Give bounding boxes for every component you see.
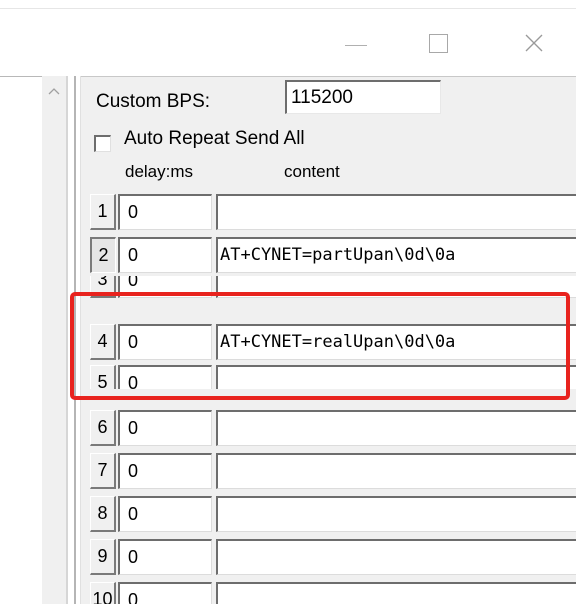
content-field[interactable] [216,276,576,298]
list-row: 4 0 AT+CYNET=realUpan\0d\0a [90,320,576,364]
delay-field[interactable]: 0 [118,582,212,604]
delay-field[interactable]: 0 [118,539,212,575]
send-row-button[interactable]: 2 [90,237,116,273]
content-column-header: content [284,162,340,181]
content-field[interactable]: AT+CYNET=realUpan\0d\0a [216,324,576,360]
delay-field[interactable]: 0 [118,496,212,532]
maximize-icon [428,33,448,53]
close-icon [525,34,543,52]
minimize-icon [345,44,367,46]
send-row-button[interactable]: 1 [90,194,116,230]
list-row: 8 0 [90,492,576,536]
maximize-button[interactable] [418,28,458,58]
send-row-button[interactable]: 9 [90,539,116,575]
send-row-button[interactable]: 6 [90,410,116,446]
list-row: 10 0 [90,578,576,604]
delay-field[interactable]: 0 [118,276,212,298]
delay-column-header: delay:ms [125,162,194,181]
content-field[interactable] [216,365,576,389]
list-row: 6 0 [90,406,576,450]
title-bar-divider [0,8,576,9]
send-row-button[interactable]: 3 [90,276,116,298]
custom-bps-label: Custom BPS: [96,91,211,112]
splitter[interactable] [66,76,68,604]
content-field[interactable] [216,410,576,446]
delay-field[interactable]: 0 [118,237,212,273]
auto-repeat-checkbox[interactable] [94,135,111,152]
minimize-button[interactable] [336,28,376,58]
custom-bps-input[interactable] [285,80,441,114]
delay-field[interactable]: 0 [118,324,212,360]
send-row-button[interactable]: 7 [90,453,116,489]
content-field[interactable] [216,582,576,604]
close-button[interactable] [514,28,554,58]
content-field[interactable] [216,453,576,489]
delay-field[interactable]: 0 [118,194,212,230]
list-row: 5 0 [90,363,576,389]
send-row-button[interactable]: 5 [90,365,116,389]
title-bar [0,0,576,76]
splitter-edge [74,76,76,604]
list-row: 2 0 AT+CYNET=partUpan\0d\0a [90,233,576,277]
auto-repeat-label: Auto Repeat Send All [124,128,305,149]
delay-field[interactable]: 0 [118,365,212,389]
send-row-button[interactable]: 8 [90,496,116,532]
scroll-up-arrow-icon[interactable] [42,82,66,100]
delay-field[interactable]: 0 [118,453,212,489]
send-row-button[interactable]: 10 [90,582,116,604]
content-field[interactable] [216,194,576,230]
list-row: 1 0 [90,190,576,234]
list-row: 9 0 [90,535,576,579]
delay-field[interactable]: 0 [118,410,212,446]
content-field[interactable]: AT+CYNET=partUpan\0d\0a [216,237,576,273]
list-row: 3 0 [90,276,576,300]
vertical-scrollbar[interactable] [42,76,66,604]
content-field[interactable] [216,496,576,532]
content-field[interactable] [216,539,576,575]
list-row: 7 0 [90,449,576,493]
send-row-button[interactable]: 4 [90,324,116,360]
panel-border [81,76,576,77]
